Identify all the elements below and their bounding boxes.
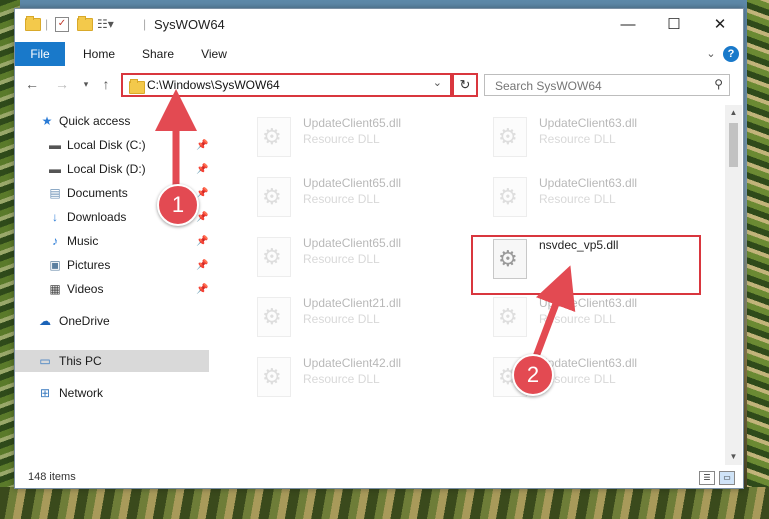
annotation-arrows: [155, 89, 576, 364]
step-badge-2: 2: [512, 354, 554, 396]
step-badge-1: 1: [157, 184, 199, 226]
arrow-step-2: [530, 265, 576, 364]
